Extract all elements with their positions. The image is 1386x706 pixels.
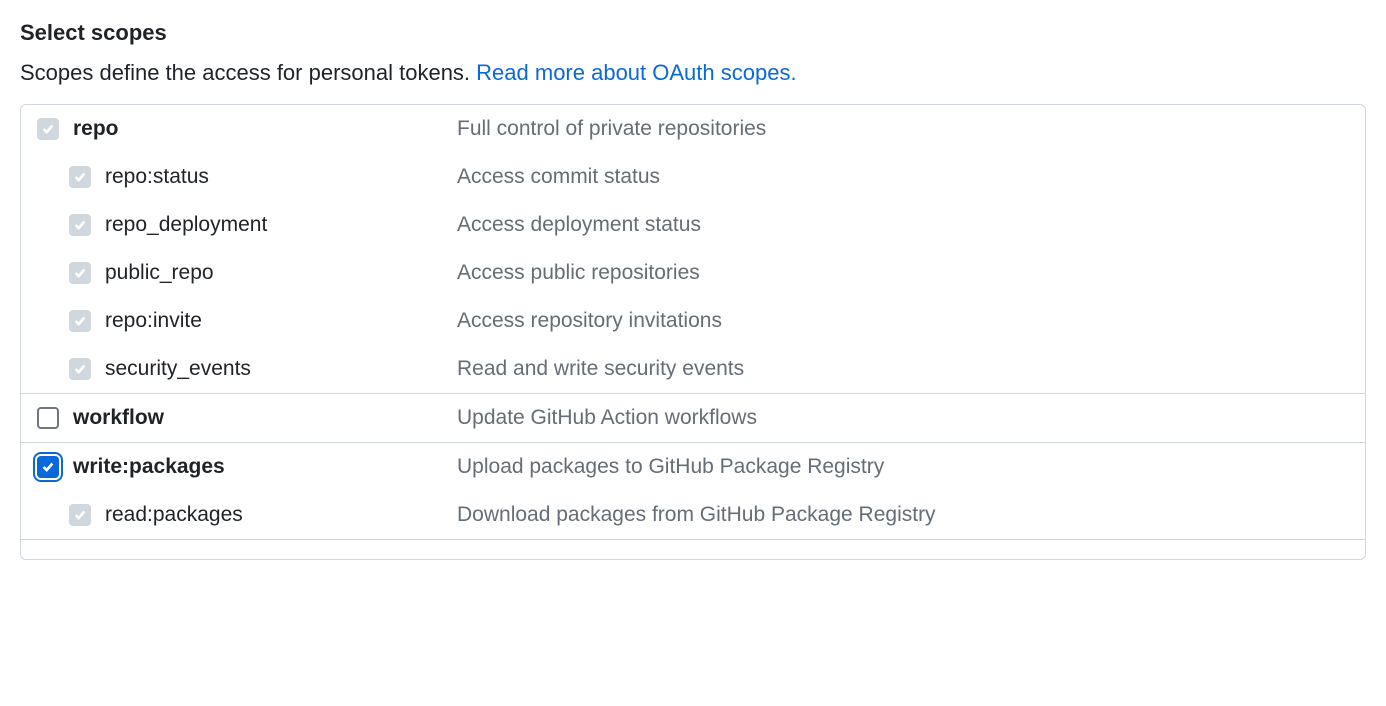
scope-row-public-repo: public_repo Access public repositories	[21, 249, 1365, 297]
scope-name-label: repo	[73, 117, 119, 141]
scope-name-label: repo:invite	[105, 309, 202, 333]
scope-group-repo: repo Full control of private repositorie…	[21, 105, 1365, 393]
scope-description: Access commit status	[457, 165, 660, 189]
scope-name-label: write:packages	[73, 455, 225, 479]
oauth-scopes-link[interactable]: Read more about OAuth scopes.	[476, 60, 796, 85]
scope-row-security-events: security_events Read and write security …	[21, 345, 1365, 393]
scope-description: Access public repositories	[457, 261, 700, 285]
check-icon	[73, 170, 87, 184]
checkbox-repo[interactable]	[37, 118, 59, 140]
scope-row-repo-invite: repo:invite Access repository invitation…	[21, 297, 1365, 345]
checkbox-repo-invite[interactable]	[69, 310, 91, 332]
check-icon	[41, 460, 55, 474]
scope-group-workflow: workflow Update GitHub Action workflows	[21, 393, 1365, 442]
scope-name-label: repo_deployment	[105, 213, 267, 237]
checkbox-workflow[interactable]	[37, 407, 59, 429]
checkbox-security-events[interactable]	[69, 358, 91, 380]
scope-row-repo: repo Full control of private repositorie…	[21, 105, 1365, 153]
scope-description: Read and write security events	[457, 357, 744, 381]
scope-row-workflow: workflow Update GitHub Action workflows	[21, 394, 1365, 442]
check-icon	[73, 218, 87, 232]
checkbox-write-packages[interactable]	[37, 456, 59, 478]
scope-row-repo-status: repo:status Access commit status	[21, 153, 1365, 201]
check-icon	[73, 314, 87, 328]
scope-name-label: repo:status	[105, 165, 209, 189]
check-icon	[73, 362, 87, 376]
scope-group-write-packages: write:packages Upload packages to GitHub…	[21, 442, 1365, 539]
scope-name-label: public_repo	[105, 261, 214, 285]
scope-description: Access deployment status	[457, 213, 701, 237]
checkbox-repo-status[interactable]	[69, 166, 91, 188]
scope-row-write-packages: write:packages Upload packages to GitHub…	[21, 443, 1365, 491]
scope-name-label: security_events	[105, 357, 251, 381]
checkbox-public-repo[interactable]	[69, 262, 91, 284]
check-icon	[73, 508, 87, 522]
check-icon	[41, 122, 55, 136]
scope-name-label: workflow	[73, 406, 164, 430]
scope-row-repo-deployment: repo_deployment Access deployment status	[21, 201, 1365, 249]
scope-group-next	[21, 539, 1365, 559]
scope-description: Access repository invitations	[457, 309, 722, 333]
scopes-container: repo Full control of private repositorie…	[20, 104, 1366, 560]
section-heading: Select scopes	[20, 20, 1366, 46]
section-subheading: Scopes define the access for personal to…	[20, 60, 1366, 86]
checkbox-repo-deployment[interactable]	[69, 214, 91, 236]
scope-description: Full control of private repositories	[457, 117, 766, 141]
scope-row-read-packages: read:packages Download packages from Git…	[21, 491, 1365, 539]
scope-description: Update GitHub Action workflows	[457, 406, 757, 430]
scope-name-label: read:packages	[105, 503, 243, 527]
subheading-text: Scopes define the access for personal to…	[20, 60, 476, 85]
scope-description: Download packages from GitHub Package Re…	[457, 503, 936, 527]
check-icon	[73, 266, 87, 280]
scope-description: Upload packages to GitHub Package Regist…	[457, 455, 884, 479]
checkbox-read-packages[interactable]	[69, 504, 91, 526]
